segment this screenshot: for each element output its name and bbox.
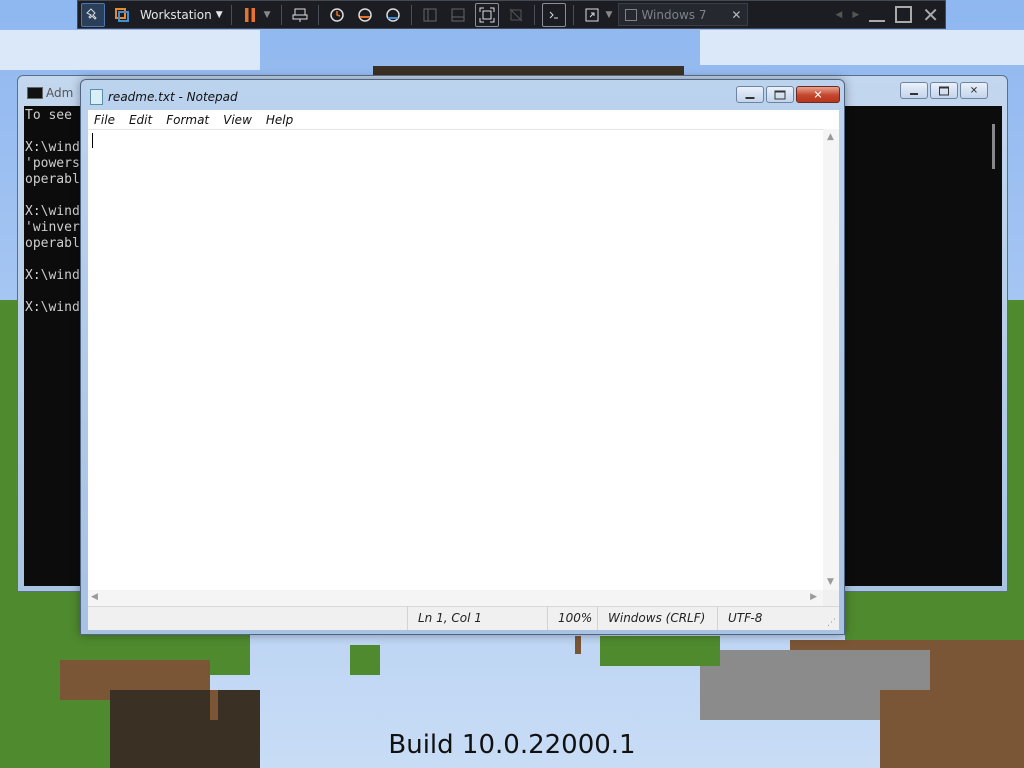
cmd-title: Adm (46, 86, 74, 100)
menu-help[interactable]: Help (260, 113, 301, 127)
vm-tab-windows-7[interactable]: Windows 7 ✕ (618, 3, 749, 26)
workstation-label: Workstation (140, 7, 212, 22)
scrollbar-corner (823, 590, 839, 606)
scroll-left-icon[interactable]: ◀ (91, 592, 98, 602)
close-icon: ✕ (813, 88, 823, 101)
text-caret (92, 133, 93, 148)
dirt-block (575, 636, 581, 654)
fullscreen-icon[interactable] (474, 2, 499, 27)
grass-block (350, 645, 380, 675)
scroll-down-icon[interactable]: ▼ (827, 577, 834, 587)
workstation-menu[interactable]: Workstation ▼ (136, 4, 227, 26)
minimize-icon (745, 96, 755, 99)
resize-grip-icon[interactable]: ⋰ (827, 618, 836, 628)
notepad-window-controls: ✕ (736, 86, 840, 103)
chevron-down-icon[interactable]: ▼ (264, 10, 271, 20)
thumbnail-bar-icon[interactable] (447, 4, 469, 26)
maximize-icon (939, 86, 949, 95)
pause-button[interactable] (239, 4, 261, 26)
console-view-icon[interactable] (541, 2, 566, 27)
toolbar-divider (317, 4, 319, 25)
notepad-icon (90, 89, 103, 105)
menu-edit[interactable]: Edit (123, 113, 160, 127)
status-encoding: UTF-8 (717, 607, 827, 630)
notepad-window[interactable]: readme.txt - Notepad ✕ File Edit Format … (80, 79, 845, 635)
status-line-ending: Windows (CRLF) (597, 607, 717, 630)
pin-icon[interactable] (81, 2, 105, 27)
dirt-block (210, 690, 218, 720)
restore-icon[interactable] (895, 6, 913, 23)
vm-tab-icon (625, 8, 638, 21)
notepad-titlebar[interactable]: readme.txt - Notepad ✕ (81, 80, 844, 110)
send-ctrl-alt-del-icon[interactable] (289, 4, 311, 26)
cmd-icon (27, 87, 43, 99)
menu-view[interactable]: View (217, 113, 260, 127)
vertical-scrollbar[interactable]: ▲ ▼ (823, 129, 839, 590)
scroll-left-icon[interactable]: ◀ (835, 10, 842, 20)
maximize-button[interactable] (766, 86, 794, 103)
menu-bar: File Edit Format View Help (88, 110, 839, 129)
vm-toolbar: Workstation ▼ ▼ ▼ Windows 7 ✕ ◀ ▶ ✕ (77, 0, 946, 29)
minimize-button[interactable] (900, 82, 928, 99)
close-button[interactable]: ✕ (796, 86, 840, 103)
chevron-down-icon[interactable]: ▼ (606, 10, 613, 20)
toolbar-divider (410, 4, 412, 25)
revert-snapshot-icon[interactable] (354, 4, 376, 26)
scroll-right-icon[interactable]: ▶ (852, 10, 859, 20)
scrollbar-thumb[interactable] (992, 124, 995, 169)
maximize-button[interactable] (930, 82, 958, 99)
grass-block (600, 636, 720, 666)
status-position: Ln 1, Col 1 (407, 607, 547, 630)
vm-tab-label: Windows 7 (641, 7, 707, 22)
grass-block (1008, 300, 1024, 600)
minimize-icon (910, 92, 918, 95)
menu-file[interactable]: File (88, 113, 123, 127)
cmd-window-controls: ✕ (900, 82, 988, 99)
cmd-scrollbar[interactable] (985, 106, 1002, 586)
scroll-right-icon[interactable]: ▶ (810, 592, 817, 602)
close-icon: ✕ (969, 85, 979, 96)
restore-icon (774, 90, 786, 99)
vm-library-icon[interactable] (111, 4, 133, 26)
status-bar: Ln 1, Col 1 100% Windows (CRLF) UTF-8 ⋰ (88, 606, 839, 630)
sidebar-toggle-icon[interactable] (419, 4, 441, 26)
minimize-icon[interactable] (869, 19, 886, 22)
text-editor-area[interactable] (88, 129, 823, 591)
snapshot-icon[interactable] (326, 4, 348, 26)
chevron-down-icon: ▼ (215, 9, 223, 20)
grass-block (0, 300, 17, 600)
cloud (0, 30, 260, 70)
minimize-button[interactable] (736, 86, 764, 103)
stretch-guest-icon[interactable] (581, 4, 603, 26)
close-icon[interactable]: ✕ (731, 8, 741, 22)
toolbar-divider (572, 4, 574, 25)
build-watermark: Build 10.0.22000.1 (388, 730, 636, 760)
scroll-up-icon[interactable]: ▲ (827, 132, 834, 142)
menu-format[interactable]: Format (160, 113, 217, 127)
toolbar-divider (280, 4, 282, 25)
cloud (700, 30, 1024, 65)
close-button[interactable]: ✕ (960, 82, 988, 99)
toolbar-divider (533, 4, 535, 25)
snapshot-manager-icon[interactable] (382, 4, 404, 26)
toolbar-divider (230, 4, 232, 25)
horizontal-scrollbar[interactable]: ◀ ▶ (88, 590, 823, 606)
status-zoom: 100% (547, 607, 597, 630)
close-icon[interactable]: ✕ (922, 5, 939, 25)
window-title: readme.txt - Notepad (108, 90, 238, 104)
unity-icon[interactable] (505, 4, 527, 26)
